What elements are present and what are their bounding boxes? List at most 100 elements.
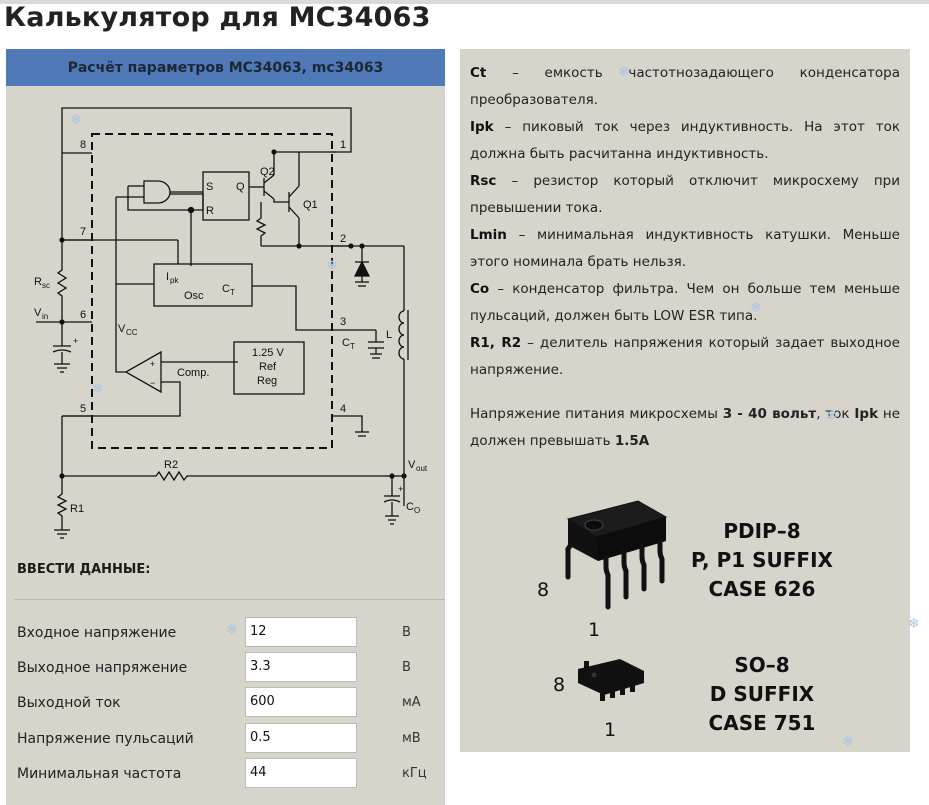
ipk-sub: pk xyxy=(170,276,179,285)
comp-plus: + xyxy=(150,359,155,369)
osc-label: Osc xyxy=(184,290,204,302)
desc-lmin-text: – минимальная индуктивность катушки. Мен… xyxy=(470,227,900,270)
min-frequency-label: Минимальная частота xyxy=(17,766,182,782)
pin8-label: 8 xyxy=(80,139,86,151)
pdip-line1: PDIP–8 xyxy=(723,519,801,543)
ff-q-label: Q xyxy=(236,181,245,193)
desc-lmin: Lmin – минимальная индуктивность катушки… xyxy=(470,222,900,276)
so8-package-label: SO–8 D SUFFIX CASE 751 xyxy=(692,651,832,738)
snowflake-icon: ❄ xyxy=(326,258,338,274)
q2-label: Q2 xyxy=(260,166,275,178)
note-ipk: Ipk xyxy=(854,406,879,422)
desc-rsc: Rsc – резистор который отключит микросхе… xyxy=(470,168,900,222)
output-voltage-field[interactable]: 3.3 xyxy=(245,652,357,682)
schematic-diagram: 8 1 7 2 6 3 5 4 R sc V in + V CC S R Q Q… xyxy=(34,107,428,539)
ripple-voltage-unit: мВ xyxy=(402,731,421,746)
pdip-pin8-label: 8 xyxy=(537,579,550,601)
snowflake-icon: ❄ xyxy=(826,408,838,424)
co-sub: O xyxy=(414,506,420,515)
desc-co-term: Co xyxy=(470,281,490,297)
pin6-label: 6 xyxy=(80,309,86,321)
input-voltage-unit: В xyxy=(402,625,411,640)
snowflake-icon: ❄ xyxy=(92,381,104,397)
pin2-label: 2 xyxy=(340,233,346,245)
comp-label: Comp. xyxy=(177,367,209,379)
snowflake-icon: ❄ xyxy=(908,616,920,632)
pdip-pin1-label: 1 xyxy=(588,619,601,641)
so8-chip-image xyxy=(578,659,644,701)
co-label: C xyxy=(406,501,414,513)
vin-sub: in xyxy=(42,312,48,321)
snowflake-icon: ❄ xyxy=(226,622,238,638)
pin7-label: 7 xyxy=(80,226,86,238)
desc-r1r2: R1, R2 – делитель напряжения который зад… xyxy=(470,330,900,384)
ff-s-label: S xyxy=(206,181,213,193)
desc-ipk-text: – пиковый ток через индуктивность. На эт… xyxy=(470,119,900,162)
pdip-line2: P, P1 SUFFIX xyxy=(691,548,833,572)
desc-ipk-term: Ipk xyxy=(470,119,494,135)
vout-label: V xyxy=(408,459,416,471)
note-part1: Напряжение питания микросхемы xyxy=(470,406,723,422)
r2-label: R2 xyxy=(164,459,178,471)
form-row-output-voltage: Выходное напряжение 3.3 В xyxy=(6,652,445,686)
inductor-label: L xyxy=(386,329,392,341)
so8-line3: CASE 751 xyxy=(708,711,816,735)
ff-r-label: R xyxy=(206,205,214,217)
ref-line2: Ref xyxy=(259,361,277,373)
ref-line1: 1.25 V xyxy=(252,347,284,359)
pdip-chip-image xyxy=(565,500,668,610)
form-heading: ВВЕСТИ ДАННЫЕ: xyxy=(17,562,151,577)
vcc-sub: CC xyxy=(126,328,138,337)
desc-ct: Ct – емкость частотнозадающего конденсат… xyxy=(470,60,900,114)
so8-line1: SO–8 xyxy=(734,653,790,677)
vout-sub: out xyxy=(416,464,428,473)
ct-block-sub: T xyxy=(230,288,235,297)
vin-label: V xyxy=(34,307,42,319)
desc-r1r2-term: R1, R2 xyxy=(470,335,522,351)
so8-line2: D SUFFIX xyxy=(709,682,815,706)
form-divider xyxy=(14,599,445,600)
ripple-voltage-label: Напряжение пульсаций xyxy=(17,731,194,747)
note-max-current: 1.5A xyxy=(614,433,650,449)
pin3-label: 3 xyxy=(340,316,346,328)
input-voltage-field[interactable]: 12 xyxy=(245,617,357,647)
rsc-sub: sc xyxy=(42,281,50,290)
note-voltage-range: 3 - 40 вольт xyxy=(722,406,817,422)
desc-ct-text: – емкость частотнозадающего конденсатора… xyxy=(470,65,900,108)
q1-label: Q1 xyxy=(303,199,318,211)
output-voltage-label: Выходное напряжение xyxy=(17,660,188,676)
calculator-header: Расчёт параметров MC34063, mc34063 xyxy=(6,49,445,86)
calculator-panel: Расчёт параметров MC34063, mc34063 8 1 7… xyxy=(6,49,445,805)
pin4-label: 4 xyxy=(340,403,346,415)
output-current-unit: мА xyxy=(402,695,421,710)
desc-rsc-text: – резистор который отключит микросхему п… xyxy=(470,173,900,216)
desc-ct-term: Ct xyxy=(470,65,487,81)
min-frequency-field[interactable]: 44 xyxy=(245,758,357,788)
pdip-package-label: PDIP–8 P, P1 SUFFIX CASE 626 xyxy=(682,517,842,604)
form-row-output-current: Выходной ток 600 мА xyxy=(6,687,445,721)
ct-block-label: C xyxy=(222,283,230,295)
form-row-ripple-voltage: Напряжение пульсаций 0.5 мВ xyxy=(6,723,445,757)
cap-plus: + xyxy=(73,336,78,346)
desc-ipk: Ipk – пиковый ток через индуктивность. Н… xyxy=(470,114,900,168)
pdip-line3: CASE 626 xyxy=(708,577,816,601)
snowflake-icon: ❄ xyxy=(750,300,762,316)
ipk-label: I xyxy=(166,271,169,283)
snowflake-icon: ❄ xyxy=(842,734,854,750)
co-plus: + xyxy=(398,484,403,494)
vcc-label: V xyxy=(118,323,126,335)
so8-pin8-label: 8 xyxy=(553,674,566,696)
desc-r1r2-text: – делитель напряжения который задает вых… xyxy=(470,335,900,378)
output-current-field[interactable]: 600 xyxy=(245,687,357,717)
desc-co-text: – конденсатор фильтра. Чем он больше тем… xyxy=(470,281,900,324)
ripple-voltage-field[interactable]: 0.5 xyxy=(245,723,357,753)
info-panel: Ct – емкость частотнозадающего конденсат… xyxy=(460,49,910,752)
desc-co: Co – конденсатор фильтра. Чем он больше … xyxy=(470,276,900,330)
comp-minus: − xyxy=(150,378,155,388)
package-images: 8 1 PDIP–8 P, P1 SUFFIX CASE 626 8 1 SO–… xyxy=(460,479,910,749)
pin5-label: 5 xyxy=(80,403,86,415)
ref-line3: Reg xyxy=(257,375,277,387)
ct-label: C xyxy=(342,337,350,349)
desc-lmin-term: Lmin xyxy=(470,227,507,243)
parameter-descriptions: Ct – емкость частотнозадающего конденсат… xyxy=(470,60,900,384)
